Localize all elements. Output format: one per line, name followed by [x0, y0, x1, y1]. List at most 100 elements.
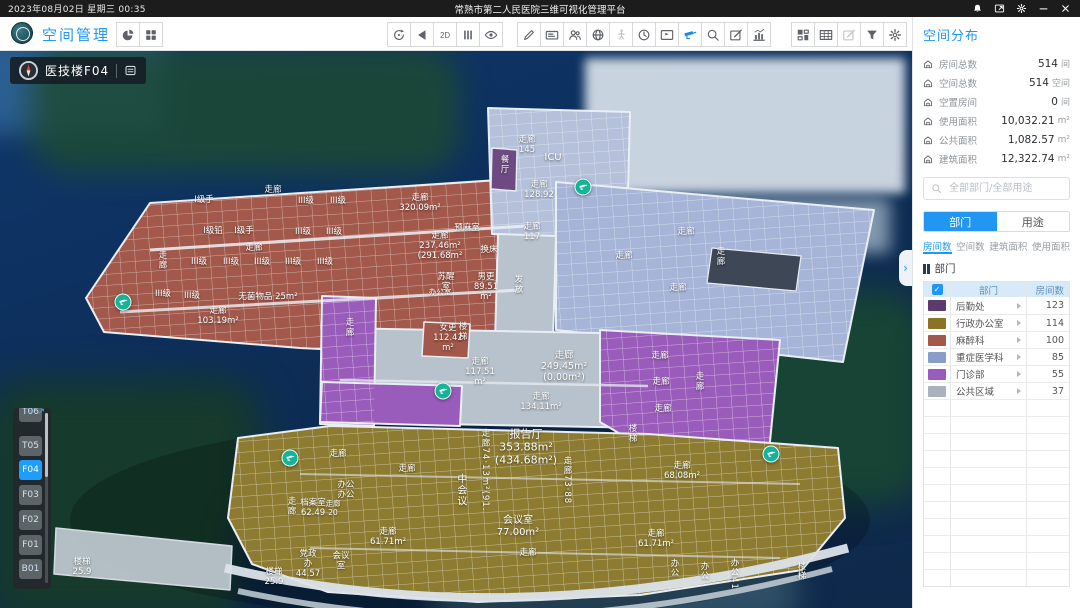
camera-marker[interactable]	[115, 294, 132, 311]
stat-unit: m²	[1058, 154, 1070, 164]
stat-row: 建筑面积12,322.74m²	[923, 149, 1070, 168]
close-icon[interactable]	[1060, 3, 1071, 14]
subtab-空间数[interactable]: 空间数	[956, 239, 985, 254]
grid-button[interactable]	[139, 22, 163, 47]
d2-button[interactable]	[433, 22, 457, 47]
table-row[interactable]: 重症医学科85	[924, 348, 1069, 365]
table-row[interactable]: 麻醉科100	[924, 331, 1069, 348]
search-input[interactable]	[947, 182, 1062, 195]
editbox-button[interactable]	[724, 22, 748, 47]
table-row[interactable]: 后勤处123	[924, 297, 1069, 314]
column-header-department[interactable]: 部门	[951, 282, 1027, 297]
subtab-使用面积[interactable]: 使用面积	[1032, 239, 1070, 254]
eye-button[interactable]	[479, 22, 503, 47]
minimize-icon[interactable]	[1038, 3, 1049, 14]
search-icon	[931, 183, 942, 194]
panel-collapse-icon[interactable]: ─	[29, 407, 34, 417]
floor-list-icon[interactable]	[124, 64, 137, 77]
bell-icon[interactable]	[972, 3, 983, 14]
stats-list: 房间总数514间空间总数514空间空置房间0间使用面积10,032.21m²公共…	[923, 54, 1070, 168]
tab-用途[interactable]: 用途	[997, 212, 1070, 231]
camera-button[interactable]	[678, 22, 702, 47]
sidebar-collapse-handle[interactable]: ›	[899, 250, 912, 286]
cursor-button[interactable]	[410, 22, 434, 47]
subtab-房间数[interactable]: 房间数	[923, 239, 952, 254]
filter-button[interactable]	[860, 22, 884, 47]
stat-label: 公共面积	[939, 133, 977, 147]
chart-button[interactable]	[747, 22, 771, 47]
floor-button-F02[interactable]: F02	[19, 510, 42, 530]
floor-button-F04[interactable]: F04	[19, 460, 42, 480]
building-icon	[923, 97, 933, 107]
room-count: 55	[1027, 366, 1069, 382]
tab-bar: 部门用途	[923, 211, 1070, 232]
panel-expand-icon[interactable]: ↗	[37, 407, 45, 417]
users-button[interactable]	[563, 22, 587, 47]
columns-button[interactable]	[456, 22, 480, 47]
stat-row: 公共面积1,082.57m²	[923, 130, 1070, 149]
floor-button-B01[interactable]: B01	[19, 559, 42, 579]
floor-button-T05[interactable]: T05	[19, 436, 42, 456]
table-row[interactable]: 公共区域37	[924, 382, 1069, 399]
title-bar: 2023年08月02日 星期三 00:35 常熟市第二人民医院三维可视化管理平台	[0, 0, 1080, 17]
expand-caret-icon[interactable]	[1017, 354, 1021, 360]
stat-label: 使用面积	[939, 114, 977, 128]
camera-marker[interactable]	[763, 446, 780, 463]
editbox-button[interactable]	[837, 22, 861, 47]
department-name: 门诊部	[956, 367, 985, 381]
tab-部门[interactable]: 部门	[924, 212, 997, 231]
gear-button[interactable]	[883, 22, 907, 47]
select-all-checkbox[interactable]: ✓	[932, 284, 943, 295]
camera-marker[interactable]	[282, 450, 299, 467]
pen-button[interactable]	[517, 22, 541, 47]
bars-icon	[923, 264, 930, 274]
dashboard-button[interactable]	[791, 22, 815, 47]
building-chip[interactable]: 医技楼F04	[10, 57, 146, 84]
table-row-empty	[924, 552, 1069, 569]
table-row-empty	[924, 569, 1069, 586]
app-logo-icon	[11, 22, 33, 44]
flag-button[interactable]	[655, 22, 679, 47]
stat-row: 使用面积10,032.21m²	[923, 111, 1070, 130]
camera-marker[interactable]	[575, 179, 592, 196]
tablegrid-button[interactable]	[814, 22, 838, 47]
floor-button-F03[interactable]: F03	[19, 485, 42, 505]
rotate-button[interactable]	[387, 22, 411, 47]
toolbar-group	[518, 22, 771, 47]
search-box[interactable]	[923, 177, 1070, 200]
toolbar-group	[388, 22, 503, 47]
expand-caret-icon[interactable]	[1017, 388, 1021, 394]
expand-caret-icon[interactable]	[1017, 303, 1021, 309]
building-chip-label: 医技楼F04	[45, 62, 109, 79]
stat-row: 房间总数514间	[923, 54, 1070, 73]
camera-icon	[439, 387, 448, 396]
table-row-empty	[924, 450, 1069, 467]
table-row-empty	[924, 433, 1069, 450]
subtab-建筑面积[interactable]: 建筑面积	[989, 239, 1027, 254]
column-header-count[interactable]: 房间数	[1027, 282, 1069, 297]
table-row[interactable]: 门诊部 55	[924, 365, 1069, 382]
expand-caret-icon[interactable]	[1017, 320, 1021, 326]
datetime: 2023年08月02日 星期三 00:35	[8, 2, 146, 15]
expand-caret-icon[interactable]	[1017, 337, 1021, 343]
expand-caret-icon[interactable]	[1017, 371, 1021, 377]
page-title: 空间管理	[42, 24, 110, 45]
subtab-bar: 房间数空间数建筑面积使用面积	[923, 239, 1070, 254]
stat-value: 1,082.57	[1008, 134, 1055, 146]
search-button[interactable]	[701, 22, 725, 47]
window-icon[interactable]	[994, 3, 1005, 14]
card-button[interactable]	[540, 22, 564, 47]
toolbar: 空间管理	[0, 17, 912, 51]
3d-viewport[interactable]: 走廊走廊 320.09m²I级手III级III级I级铅I级手III级III级走廊…	[0, 50, 912, 608]
gear-icon[interactable]	[1016, 3, 1027, 14]
floor-button-F01[interactable]: F01	[19, 535, 42, 555]
globe-button[interactable]	[586, 22, 610, 47]
stat-row: 空置房间0间	[923, 92, 1070, 111]
table-row[interactable]: 行政办公室114	[924, 314, 1069, 331]
floor-scrollbar-thumb[interactable]	[45, 413, 48, 477]
camera-marker[interactable]	[435, 383, 452, 400]
clock-button[interactable]	[632, 22, 656, 47]
pie-button[interactable]	[116, 22, 140, 47]
department-name: 后勤处	[956, 299, 985, 313]
walker-button[interactable]	[609, 22, 633, 47]
